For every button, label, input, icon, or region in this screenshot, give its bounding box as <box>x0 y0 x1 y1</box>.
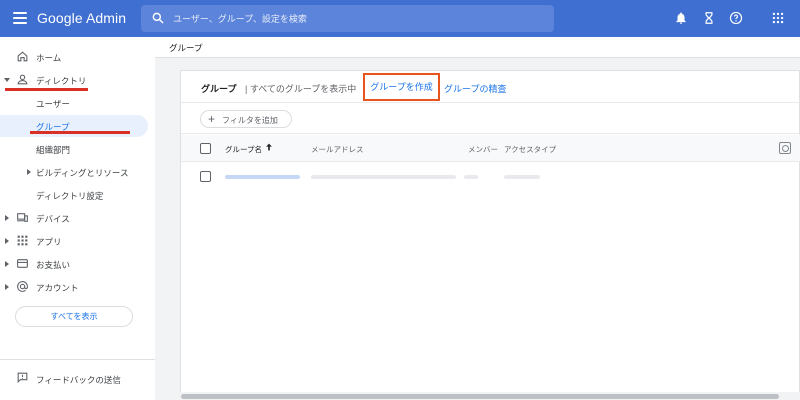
groups-card: グループ | すべてのグループを表示中 グループを作成 グループの精査 + フィ… <box>180 70 800 400</box>
add-filter-label: フィルタを追加 <box>222 116 278 125</box>
at-sign-icon <box>17 281 28 292</box>
app-brand[interactable]: Google Admin <box>37 10 126 26</box>
page-title: グループ <box>201 84 237 94</box>
sidebar-item-label: ホーム <box>36 53 62 63</box>
chevron-right-icon[interactable] <box>5 215 9 221</box>
help-icon[interactable] <box>729 11 743 25</box>
credit-card-icon <box>17 259 28 268</box>
sidebar-item-users[interactable]: ユーザー <box>0 92 148 114</box>
table-row[interactable] <box>181 163 800 190</box>
add-filter-button[interactable]: + フィルタを追加 <box>200 110 292 128</box>
group-email-redacted <box>311 175 456 179</box>
row-checkbox[interactable] <box>200 171 211 182</box>
home-icon <box>17 51 28 62</box>
sidebar-item-label: アプリ <box>36 237 62 247</box>
sidebar-item-billing[interactable]: お支払い <box>0 253 148 275</box>
menu-icon[interactable] <box>13 12 27 24</box>
sidebar-item-label: ディレクトリ設定 <box>36 191 104 201</box>
chevron-right-icon[interactable] <box>5 238 9 244</box>
sidebar-item-label: アカウント <box>36 283 79 293</box>
hourglass-icon[interactable] <box>702 11 716 25</box>
chevron-right-icon[interactable] <box>5 284 9 290</box>
breadcrumb: グループ <box>155 37 800 58</box>
sidebar-item-label: お支払い <box>36 260 71 270</box>
main-content: グループ グループ | すべてのグループを表示中 グループを作成 グループの精査… <box>155 37 800 400</box>
bell-icon[interactable] <box>674 11 688 25</box>
apps-grid-icon[interactable] <box>771 11 785 25</box>
top-app-bar: Google Admin <box>0 0 800 37</box>
table-header: グループ名 メールアドレス メンバー アクセスタイプ <box>181 135 800 162</box>
chevron-right-icon[interactable] <box>27 169 31 175</box>
sidebar-item-apps[interactable]: アプリ <box>0 230 148 252</box>
plus-icon: + <box>208 112 216 126</box>
sidebar-item-label: 組織部門 <box>36 145 71 155</box>
sidebar-item-label: ユーザー <box>36 99 70 109</box>
column-header-email[interactable]: メールアドレス <box>311 144 364 155</box>
sidebar: ホーム ディレクトリ ユーザー グループ 組織部門 ビルディングとリソース ディ… <box>0 37 155 400</box>
column-header-name[interactable]: グループ名 <box>225 144 262 155</box>
sidebar-divider <box>0 359 155 360</box>
create-group-button[interactable]: グループを作成 <box>363 73 440 101</box>
search-box[interactable] <box>141 5 554 32</box>
filter-bar: + フィルタを追加 <box>181 104 800 134</box>
sidebar-item-home[interactable]: ホーム <box>0 46 148 68</box>
chevron-down-icon[interactable] <box>4 78 10 82</box>
highlight-underline <box>30 131 130 134</box>
search-icon[interactable] <box>151 11 165 25</box>
column-header-access-type[interactable]: アクセスタイプ <box>504 144 556 155</box>
sidebar-item-org-units[interactable]: 組織部門 <box>0 138 148 160</box>
feedback-button[interactable]: フィードバックの送信 <box>0 365 155 389</box>
page-subtitle: | すべてのグループを表示中 <box>245 84 357 94</box>
sort-ascending-icon[interactable] <box>264 142 274 152</box>
chevron-right-icon[interactable] <box>5 261 9 267</box>
apps-grid-icon <box>17 235 28 246</box>
devices-icon <box>17 213 28 222</box>
sidebar-item-label: ビルディングとリソース <box>36 168 129 178</box>
horizontal-scrollbar[interactable] <box>155 392 800 400</box>
sidebar-item-account[interactable]: アカウント <box>0 276 148 298</box>
feedback-icon <box>17 372 28 384</box>
card-header: グループ | すべてのグループを表示中 グループを作成 グループの精査 <box>181 71 800 103</box>
group-access-redacted <box>504 175 540 179</box>
feedback-label: フィードバックの送信 <box>36 375 121 385</box>
person-icon <box>17 74 28 85</box>
search-groups-button[interactable]: グループの精査 <box>444 82 506 95</box>
search-input[interactable] <box>173 5 543 32</box>
scrollbar-thumb[interactable] <box>181 394 779 399</box>
column-settings-icon[interactable] <box>779 142 791 154</box>
sidebar-item-label: ディレクトリ <box>36 76 87 86</box>
highlight-underline <box>5 88 88 91</box>
group-name-redacted[interactable] <box>225 175 300 179</box>
sidebar-item-directory-settings[interactable]: ディレクトリ設定 <box>0 184 148 206</box>
sidebar-item-label: デバイス <box>36 214 70 224</box>
sidebar-item-devices[interactable]: デバイス <box>0 207 148 229</box>
column-header-members[interactable]: メンバー <box>468 144 498 155</box>
breadcrumb-current: グループ <box>169 43 203 53</box>
show-all-button[interactable]: すべてを表示 <box>15 306 133 327</box>
group-members-redacted <box>464 175 478 179</box>
sidebar-item-buildings[interactable]: ビルディングとリソース <box>0 161 148 183</box>
select-all-checkbox[interactable] <box>200 143 211 154</box>
